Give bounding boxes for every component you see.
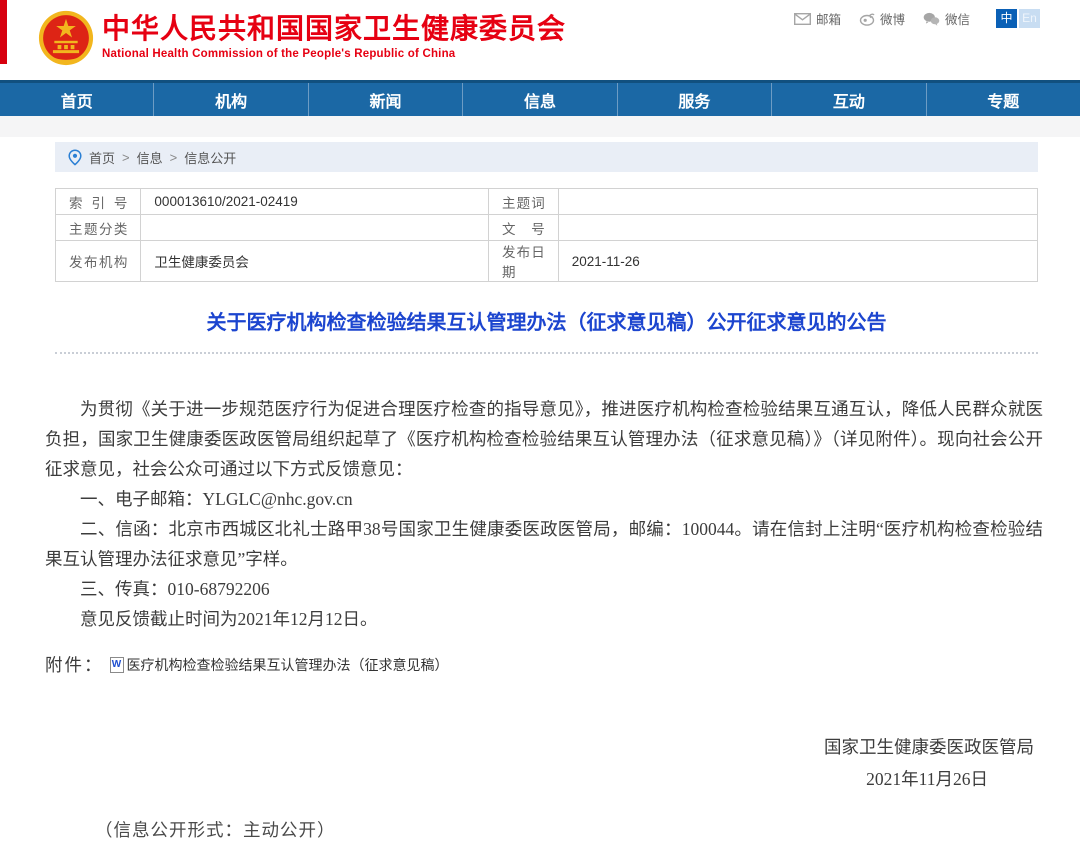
lang-zh-button[interactable]: 中 (996, 9, 1017, 28)
breadcrumb-separator: > (122, 150, 130, 165)
table-row: 发布机构 卫生健康委员会 发布日期 2021-11-26 (56, 241, 1038, 282)
signature-block: 国家卫生健康委医政医管局 2021年11月26日 (55, 731, 1038, 795)
article-paragraph-deadline: 意见反馈截止时间为2021年12月12日。 (45, 604, 1043, 634)
meta-value-keywords (558, 189, 1037, 215)
article-paragraph: 为贯彻《关于进一步规范医疗行为促进合理医疗检查的指导意见》，推进医疗机构检查检验… (45, 394, 1043, 484)
attachment-row: 附件： W 医疗机构检查检验结果互认管理办法（征求意见稿） (45, 652, 1038, 677)
nav-item-special[interactable]: 专题 (927, 83, 1080, 116)
wechat-label: 微信 (945, 9, 970, 28)
site-titles: 中华人民共和国国家卫生健康委员会 National Health Commiss… (102, 13, 566, 60)
meta-label-docnumber: 文号 (489, 215, 559, 241)
article-paragraph-fax: 三、传真：010-68792206 (45, 574, 1043, 604)
breadcrumb-home[interactable]: 首页 (89, 148, 115, 167)
table-row: 主题分类 文号 (56, 215, 1038, 241)
meta-label-keywords: 主题词 (489, 189, 559, 215)
mail-label: 邮箱 (816, 9, 841, 28)
location-pin-icon (68, 149, 82, 166)
meta-label-index: 索引号 (56, 189, 141, 215)
weibo-label: 微博 (880, 9, 905, 28)
nav-item-home[interactable]: 首页 (0, 83, 154, 116)
nav-item-interact[interactable]: 互动 (772, 83, 926, 116)
page-title: 关于医疗机构检查检验结果互认管理办法（征求意见稿）公开征求意见的公告 (55, 306, 1038, 335)
article-body: 为贯彻《关于进一步规范医疗行为促进合理医疗检查的指导意见》，推进医疗机构检查检验… (45, 394, 1043, 634)
nav-shadow-strip (0, 116, 1080, 137)
article-paragraph-letter: 二、信函：北京市西城区北礼士路甲38号国家卫生健康委医政医管局，邮编：10004… (45, 514, 1043, 574)
national-emblem-logo[interactable] (38, 9, 94, 67)
nav-item-info[interactable]: 信息 (463, 83, 617, 116)
attachment-label: 附件： (45, 652, 104, 677)
content-area: 首页 > 信息 > 信息公开 索引号 000013610/2021-02419 … (55, 142, 1038, 842)
breadcrumb-separator: > (170, 150, 178, 165)
nav-item-org[interactable]: 机构 (154, 83, 308, 116)
weibo-icon (859, 12, 875, 26)
breadcrumb-info[interactable]: 信息 (137, 148, 163, 167)
signature-org: 国家卫生健康委医政医管局 (55, 731, 1038, 763)
signature-date: 2021年11月26日 (55, 763, 1038, 795)
language-switcher: 中 En (996, 9, 1040, 28)
meta-label-publisher: 发布机构 (56, 241, 141, 282)
wechat-icon (923, 12, 940, 26)
meta-value-pubdate: 2021-11-26 (558, 241, 1037, 282)
meta-value-category (141, 215, 489, 241)
breadcrumb: 首页 > 信息 > 信息公开 (55, 142, 1038, 172)
document-metadata-table: 索引号 000013610/2021-02419 主题词 主题分类 文号 发布机… (55, 188, 1038, 282)
breadcrumb-info-disclosure[interactable]: 信息公开 (184, 148, 236, 167)
title-divider (55, 352, 1038, 354)
meta-value-publisher: 卫生健康委员会 (141, 241, 489, 282)
meta-value-index: 000013610/2021-02419 (141, 189, 489, 215)
word-doc-icon: W (110, 657, 124, 673)
left-red-stripe (0, 0, 7, 64)
header-quick-links: 邮箱 微博 微信 中 En (794, 9, 1040, 28)
nav-item-service[interactable]: 服务 (618, 83, 772, 116)
meta-label-pubdate: 发布日期 (489, 241, 559, 282)
site-subtitle: National Health Commission of the People… (102, 48, 566, 60)
mail-icon (794, 13, 811, 25)
disclosure-footnote: （信息公开形式：主动公开） (55, 817, 1038, 842)
site-header: 中华人民共和国国家卫生健康委员会 National Health Commiss… (0, 0, 1080, 80)
main-nav: 首页 机构 新闻 信息 服务 互动 专题 (0, 80, 1080, 116)
wechat-link[interactable]: 微信 (923, 9, 970, 28)
attachment-link[interactable]: 医疗机构检查检验结果互认管理办法（征求意见稿） (127, 655, 449, 675)
site-title: 中华人民共和国国家卫生健康委员会 (102, 13, 566, 45)
mail-link[interactable]: 邮箱 (794, 9, 841, 28)
table-row: 索引号 000013610/2021-02419 主题词 (56, 189, 1038, 215)
meta-value-docnumber (558, 215, 1037, 241)
article-paragraph-email: 一、电子邮箱：YLGLC@nhc.gov.cn (45, 484, 1043, 514)
nav-item-news[interactable]: 新闻 (309, 83, 463, 116)
meta-label-category: 主题分类 (56, 215, 141, 241)
weibo-link[interactable]: 微博 (859, 9, 905, 28)
lang-en-button[interactable]: En (1019, 9, 1040, 28)
